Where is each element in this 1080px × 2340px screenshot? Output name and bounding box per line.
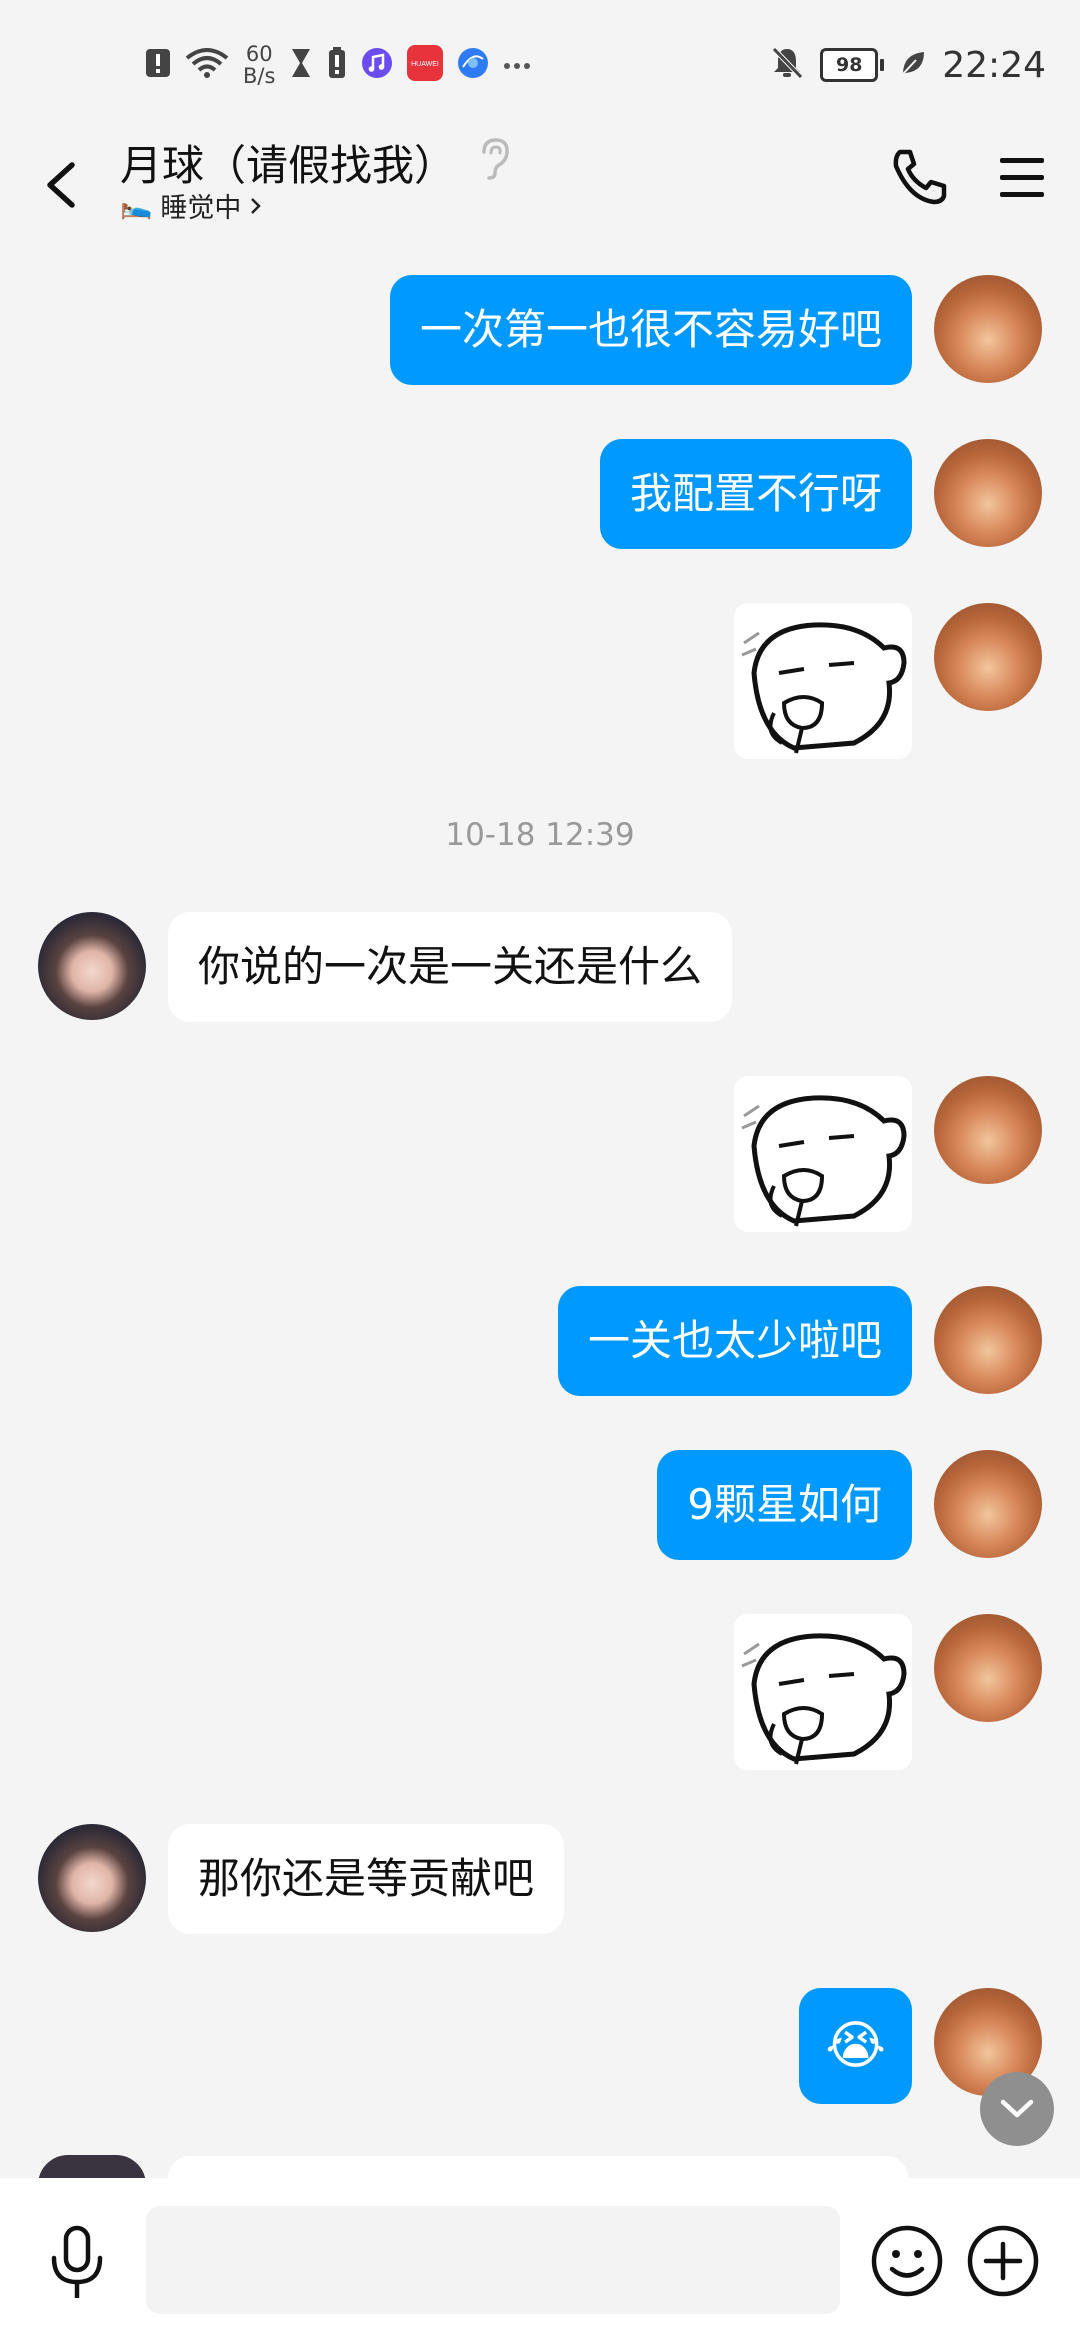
sticker-face-icon (741, 1095, 907, 1227)
battery-indicator: 98 (820, 48, 885, 82)
sticker-message[interactable] (734, 603, 912, 759)
my-avatar[interactable] (934, 439, 1042, 547)
voice-call-button[interactable] (886, 144, 952, 210)
smiley-icon (871, 2225, 943, 2297)
emoji-button[interactable] (870, 2224, 944, 2298)
voice-input-button[interactable] (42, 2224, 112, 2304)
leaf-icon (900, 49, 926, 81)
input-bar (0, 2178, 1080, 2340)
mute-bell-icon (770, 45, 804, 85)
hourglass-icon (289, 46, 313, 84)
sticker-message[interactable] (734, 1614, 912, 1770)
outgoing-message[interactable]: 一次第一也很不容易好吧 (389, 275, 912, 385)
battery-alert-icon (327, 46, 347, 84)
net-speed: 60 B/s (243, 43, 275, 87)
incoming-message[interactable]: 那你还是等贡献吧 (168, 1824, 565, 1934)
microphone-icon (51, 2225, 103, 2298)
sticker-face-icon (741, 622, 907, 754)
huawei-label: HUAWEI (412, 61, 440, 68)
status-bar: 60 B/s HUAWEI 98 22:24 (0, 0, 1080, 130)
clock: 22:24 (942, 44, 1046, 86)
sleeping-emoji: 🛌 (120, 190, 153, 221)
crying-emoji: 😭 (825, 2016, 886, 2076)
huawei-store-icon: HUAWEI (407, 45, 444, 85)
browser-app-icon (457, 47, 489, 83)
outgoing-emoji-message[interactable]: 😭 (799, 1988, 912, 2104)
chat-header: 月球（请假找我） 🛌 睡觉中 (0, 130, 1080, 250)
chevron-right-icon (251, 197, 262, 214)
my-avatar[interactable] (934, 603, 1042, 711)
outgoing-message[interactable]: 9颗星如何 (657, 1450, 912, 1560)
message-timestamp: 10-18 12:39 (445, 817, 635, 853)
menu-button[interactable] (992, 150, 1052, 206)
sticker-face-icon (741, 1633, 907, 1765)
online-status[interactable]: 🛌 睡觉中 (120, 186, 263, 225)
phone-icon (893, 149, 947, 205)
back-button[interactable] (38, 155, 88, 215)
more-notifications-icon (503, 56, 531, 75)
sticker-message[interactable] (734, 1076, 912, 1232)
status-text: 睡觉中 (160, 193, 242, 224)
contact-avatar[interactable] (38, 1824, 146, 1932)
net-speed-value: 60 (245, 42, 273, 66)
net-speed-unit: B/s (243, 64, 276, 88)
more-actions-button[interactable] (966, 2224, 1040, 2298)
contact-avatar[interactable] (38, 912, 146, 1020)
my-avatar[interactable] (934, 1614, 1042, 1722)
chat-title[interactable]: 月球（请假找我） (120, 132, 456, 193)
back-arrow-icon (47, 162, 75, 208)
outgoing-message[interactable]: 我配置不行呀 (599, 439, 912, 549)
plus-circle-icon (967, 2225, 1039, 2297)
wifi-icon (185, 46, 229, 84)
scroll-to-bottom-button[interactable] (980, 2072, 1054, 2146)
my-avatar[interactable] (934, 1076, 1042, 1184)
message-input[interactable] (146, 2206, 840, 2314)
my-avatar[interactable] (934, 275, 1042, 383)
outgoing-message[interactable]: 一关也太少啦吧 (557, 1286, 912, 1396)
my-avatar[interactable] (934, 1286, 1042, 1394)
incoming-message[interactable]: 你说的一次是一关还是什么 (168, 912, 733, 1022)
chevron-down-icon (1000, 2099, 1034, 2118)
music-app-icon (361, 47, 393, 83)
my-avatar[interactable] (934, 1450, 1042, 1558)
earpiece-mode-icon[interactable] (474, 136, 514, 186)
battery-level: 98 (820, 48, 879, 82)
hamburger-icon (1000, 158, 1044, 197)
alert-icon (145, 46, 171, 84)
